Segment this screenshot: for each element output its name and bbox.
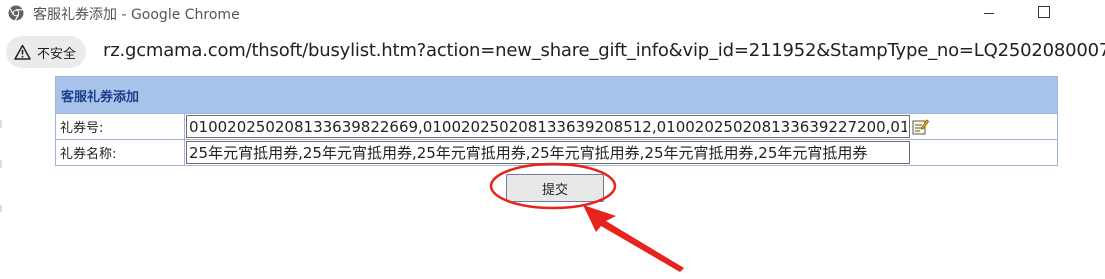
coupon-number-cell (185, 114, 1057, 139)
form-header: 客服礼券添加 (56, 77, 1057, 114)
submit-area: 提交 (489, 162, 617, 210)
form-title: 客服礼券添加 (61, 89, 140, 105)
security-label: 不安全 (37, 46, 77, 62)
warning-icon (14, 44, 31, 60)
page-content: 客服礼券添加 礼券号: 礼券名称: (0, 74, 1105, 279)
coupon-number-row: 礼券号: (56, 114, 1057, 140)
title-bar: 客服礼券添加 - Google Chrome (0, 0, 1105, 28)
left-edge-marker (0, 120, 2, 212)
chrome-icon (8, 5, 24, 21)
edit-icon[interactable] (911, 118, 929, 136)
submit-button[interactable]: 提交 (506, 174, 604, 202)
browser-window: 客服礼券添加 - Google Chrome 不安全 rz.gcmama.com… (0, 0, 1105, 279)
gift-coupon-form: 客服礼券添加 礼券号: 礼券名称: (55, 76, 1058, 166)
coupon-name-input[interactable] (186, 141, 910, 164)
coupon-number-input[interactable] (186, 115, 910, 138)
coupon-number-label: 礼券号: (56, 114, 185, 139)
coupon-name-label: 礼券名称: (56, 140, 185, 165)
window-title: 客服礼券添加 - Google Chrome (33, 7, 240, 23)
address-bar: 不安全 rz.gcmama.com/thsoft/busylist.htm?ac… (0, 30, 1105, 74)
maximize-button[interactable] (1020, 0, 1066, 28)
coupon-name-cell (185, 140, 1057, 165)
minimize-button[interactable] (966, 0, 1012, 28)
url-text[interactable]: rz.gcmama.com/thsoft/busylist.htm?action… (103, 40, 1105, 61)
security-indicator[interactable]: 不安全 (6, 36, 87, 68)
